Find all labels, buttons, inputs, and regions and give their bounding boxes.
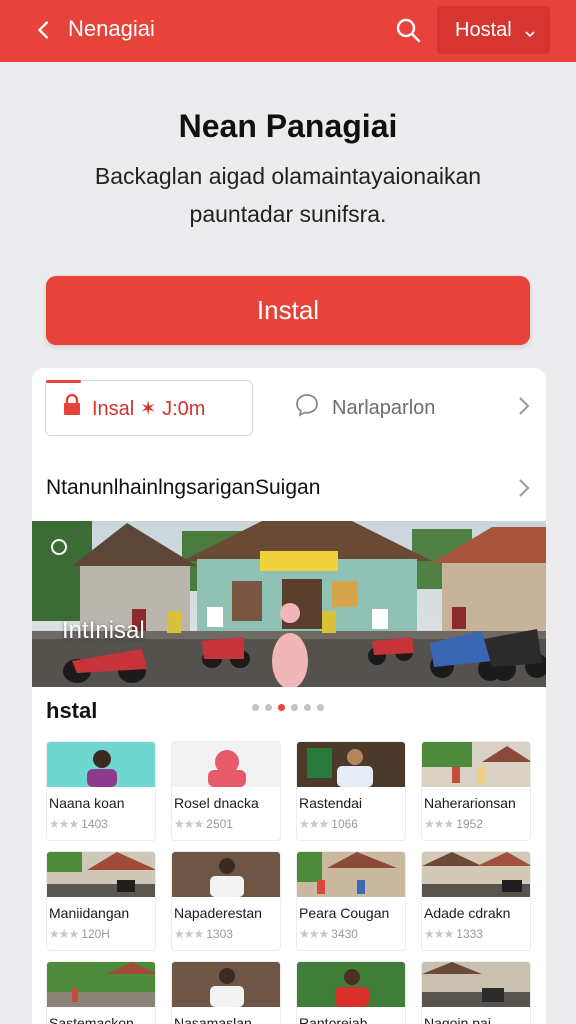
carousel-dot[interactable]: [291, 704, 298, 711]
join-label: Insal ✶ J:0m: [92, 397, 206, 420]
listing-name: Rosel dnacka: [174, 795, 259, 811]
listing-tile[interactable]: Sastemackon: [46, 961, 156, 1024]
listing-name: Rastendai: [299, 795, 363, 811]
listing-photo: [47, 962, 155, 1007]
featured-banner-image[interactable]: IntInisal: [32, 521, 546, 687]
listing-count: 1333: [456, 927, 483, 941]
listing-count: 3430: [331, 927, 358, 941]
listing-tile[interactable]: Adade cdrakn ★★★ 1333: [421, 851, 531, 951]
page-title: Nean Panagiai: [178, 108, 398, 144]
listing-photo: [172, 852, 280, 897]
category-dropdown[interactable]: Hostal: [437, 6, 550, 54]
listing-count: 1952: [456, 817, 483, 831]
listing-tile[interactable]: Napaderestan ★★★ 1303: [171, 851, 281, 951]
carousel-dot[interactable]: [278, 704, 285, 711]
listing-count: 2501: [206, 817, 233, 831]
listing-tile[interactable]: Naherarionsan ★★★ 1952: [421, 741, 531, 841]
listing-name: Adade cdrakn: [424, 905, 511, 921]
carousel-dot[interactable]: [252, 704, 259, 711]
star-rating-icon: ★★★: [424, 927, 454, 941]
listing-name: Maniidangan: [49, 905, 130, 921]
listing-count: 1066: [331, 817, 358, 831]
listing-tile[interactable]: Rastendai ★★★ 1066: [296, 741, 406, 841]
listing-photo: [172, 742, 280, 787]
chat-link[interactable]: Narlaparlon: [294, 392, 435, 424]
listing-name: Rantoreiah: [299, 1015, 368, 1024]
listing-tile[interactable]: Maniidangan ★★★ 120H: [46, 851, 156, 951]
listing-name: Nasamaslan: [174, 1015, 252, 1024]
carousel-dot[interactable]: [304, 704, 311, 711]
listing-photo: [422, 852, 530, 897]
speech-bubble-icon: [294, 392, 320, 424]
listing-rating: ★★★ 1952: [422, 811, 530, 831]
star-rating-icon: ★★★: [299, 927, 329, 941]
carousel-dots[interactable]: [252, 704, 324, 711]
listing-photo: [422, 962, 530, 1007]
star-rating-icon: ★★★: [49, 817, 79, 831]
star-rating-icon: ★★★: [299, 817, 329, 831]
listing-photo: [297, 852, 405, 897]
village-street-photo: [32, 521, 546, 687]
carousel-dot[interactable]: [265, 704, 272, 711]
listing-name: Napaderestan: [174, 905, 262, 921]
listing-rating: ★★★ 3430: [297, 921, 405, 941]
listing-rating: ★★★ 1333: [422, 921, 530, 941]
listing-count: 120H: [81, 927, 110, 941]
listing-tile[interactable]: Nagoin pai: [421, 961, 531, 1024]
listing-rating: ★★★ 1403: [47, 811, 155, 831]
listing-photo: [47, 852, 155, 897]
listing-photo: [297, 962, 405, 1007]
carousel-dot[interactable]: [317, 704, 324, 711]
star-rating-icon: ★★★: [424, 817, 454, 831]
chat-label: Narlaparlon: [332, 396, 436, 419]
lock-icon: [62, 393, 82, 422]
search-icon[interactable]: [392, 14, 424, 46]
chevron-down-icon: [524, 23, 536, 46]
listing-name: Nagoin pai: [424, 1015, 491, 1024]
listing-photo: [422, 742, 530, 787]
listing-rating: ★★★ 120H: [47, 921, 155, 941]
listing-rating: ★★★ 1066: [297, 811, 405, 831]
listing-tile[interactable]: Nasamaslan: [171, 961, 281, 1024]
listing-tile[interactable]: Rosel dnacka ★★★ 2501: [171, 741, 281, 841]
dropdown-value: Hostal: [455, 18, 512, 41]
listing-count: 1403: [81, 817, 108, 831]
listing-name: Sastemackon: [49, 1015, 134, 1024]
listing-photo: [172, 962, 280, 1007]
listing-tile[interactable]: Naana koan ★★★ 1403: [46, 741, 156, 841]
star-rating-icon: ★★★: [174, 927, 204, 941]
listing-tile[interactable]: Rantoreiah: [296, 961, 406, 1024]
chevron-right-icon[interactable]: [518, 396, 530, 421]
content-card: Insal ✶ J:0m Narlaparlon Ntanunlhainlngs…: [32, 368, 546, 1024]
listing-photo: [297, 742, 405, 787]
chevron-right-icon[interactable]: [518, 478, 530, 503]
join-tab[interactable]: Insal ✶ J:0m: [45, 380, 253, 436]
listing-photo: [47, 742, 155, 787]
listing-rating: ★★★ 2501: [172, 811, 280, 831]
star-rating-icon: ★★★: [174, 817, 204, 831]
app-title: Nenagiai: [68, 16, 155, 41]
listing-count: 1303: [206, 927, 233, 941]
install-button[interactable]: Instal: [46, 276, 530, 345]
star-rating-icon: ★★★: [49, 927, 79, 941]
top-app-bar: Nenagiai Hostal: [0, 0, 576, 62]
section-title: NtanunlhainlngsariganSuigan: [46, 476, 321, 499]
banner-label: IntInisal: [62, 617, 145, 644]
listing-name: Peara Cougan: [299, 905, 390, 921]
banner-indicator: [51, 539, 67, 555]
page-subtitle: Backaglan aigad olamaintayaionaikan paun…: [94, 163, 482, 227]
listing-grid: Naana koan ★★★ 1403 Rosel dnacka ★★★ 2501 Rast…: [46, 741, 532, 1024]
listing-tile[interactable]: Peara Cougan ★★★ 3430: [296, 851, 406, 951]
grid-title: hstal: [46, 698, 98, 723]
listing-name: Naherarionsan: [424, 795, 516, 811]
chevron-left-icon[interactable]: [30, 16, 58, 44]
listing-name: Naana koan: [49, 795, 125, 811]
listing-rating: ★★★ 1303: [172, 921, 280, 941]
